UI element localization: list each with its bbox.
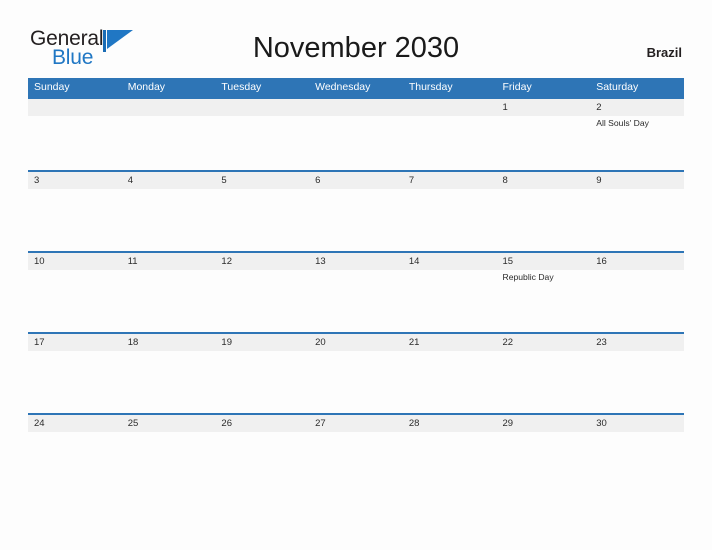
calendar-day-cell[interactable]: 24 <box>28 415 122 494</box>
calendar-day-cell[interactable]: 11 <box>122 253 216 332</box>
day-number: 17 <box>34 337 45 348</box>
day-number <box>128 99 216 116</box>
day-number: 15 <box>502 256 514 267</box>
calendar-day-cell-empty <box>309 99 403 170</box>
weekday-header-monday: Monday <box>127 81 166 93</box>
day-number: 18 <box>127 337 139 348</box>
calendar-weeks: 1 2 All Souls' Day 3 4 5 6 7 8 9 10 11 12 13 14 15 Repub… <box>28 97 684 494</box>
calendar-day-cell[interactable]: 20 <box>309 334 403 413</box>
day-number: 5 <box>221 175 227 186</box>
calendar-day-cell[interactable]: 3 <box>28 172 122 251</box>
day-number: 27 <box>315 418 326 429</box>
calendar-day-cell-empty <box>28 99 122 170</box>
page-header: General Blue November 2030 Brazil <box>0 0 712 76</box>
weekday-header-sunday: Sunday <box>34 81 70 93</box>
day-number: 30 <box>596 418 607 429</box>
calendar-day-cell[interactable]: 16 <box>590 253 684 332</box>
day-number: 1 <box>502 102 508 113</box>
calendar-day-cell[interactable]: 15 Republic Day <box>497 253 591 332</box>
calendar-day-cell[interactable]: 6 <box>309 172 403 251</box>
day-number: 12 <box>221 256 232 267</box>
calendar-day-cell[interactable]: 12 <box>215 253 309 332</box>
calendar-week-row: 24 25 26 27 28 29 30 <box>28 413 684 494</box>
calendar-day-cell[interactable]: 2 All Souls' Day <box>590 99 684 170</box>
calendar-day-cell[interactable]: 27 <box>309 415 403 494</box>
week-cells: 1 2 All Souls' Day <box>28 99 684 170</box>
country-label: Brazil <box>646 45 682 60</box>
day-number <box>409 99 497 116</box>
weekday-header-wednesday: Wednesday <box>315 81 371 93</box>
calendar-week-row: 3 4 5 6 7 8 9 <box>28 170 684 251</box>
day-number: 20 <box>315 337 326 348</box>
day-number: 9 <box>596 175 602 186</box>
calendar-day-cell[interactable]: 8 <box>497 172 591 251</box>
calendar-day-cell-empty <box>403 99 497 170</box>
calendar-week-row: 17 18 19 20 21 22 23 <box>28 332 684 413</box>
day-number: 16 <box>596 256 607 267</box>
calendar-day-cell[interactable]: 30 <box>590 415 684 494</box>
day-number: 28 <box>408 418 420 429</box>
day-number: 21 <box>408 337 420 348</box>
day-number <box>315 99 403 116</box>
calendar-week-row: 10 11 12 13 14 15 Republic Day 16 <box>28 251 684 332</box>
holiday-label: All Souls' Day <box>596 118 649 128</box>
day-number: 6 <box>315 175 321 186</box>
calendar-day-cell[interactable]: 5 <box>215 172 309 251</box>
day-number: 26 <box>221 418 232 429</box>
weekday-header-row: Sunday Monday Tuesday Wednesday Thursday Frid… <box>28 78 684 97</box>
calendar-day-cell[interactable]: 19 <box>215 334 309 413</box>
calendar-day-cell[interactable]: 29 <box>497 415 591 494</box>
calendar-week-row: 1 2 All Souls' Day <box>28 97 684 170</box>
calendar-grid: Sunday Monday Tuesday Wednesday Thursday Frid… <box>28 78 684 494</box>
calendar-day-cell[interactable]: 18 <box>122 334 216 413</box>
calendar-day-cell-empty <box>215 99 309 170</box>
calendar-day-cell[interactable]: 4 <box>122 172 216 251</box>
calendar-day-cell[interactable]: 13 <box>309 253 403 332</box>
calendar-day-cell[interactable]: 14 <box>403 253 497 332</box>
week-cells: 3 4 5 6 7 8 9 <box>28 172 684 251</box>
calendar-day-cell[interactable]: 10 <box>28 253 122 332</box>
calendar-day-cell[interactable]: 21 <box>403 334 497 413</box>
calendar-day-cell[interactable]: 28 <box>403 415 497 494</box>
day-number: 25 <box>127 418 139 429</box>
day-number: 7 <box>408 175 415 186</box>
day-number: 2 <box>596 102 602 113</box>
day-number: 24 <box>34 418 45 429</box>
week-cells: 17 18 19 20 21 22 23 <box>28 334 684 413</box>
day-number: 23 <box>596 337 607 348</box>
holiday-label: Republic Day <box>502 272 554 282</box>
calendar-day-cell[interactable]: 23 <box>590 334 684 413</box>
day-number: 10 <box>34 256 45 267</box>
day-number: 22 <box>502 337 514 348</box>
weekday-header-friday: Friday <box>502 81 532 93</box>
day-number: 19 <box>221 337 232 348</box>
calendar-page: General Blue November 2030 Brazil Sunday… <box>0 0 712 550</box>
calendar-day-cell[interactable]: 1 <box>497 99 591 170</box>
calendar-day-cell[interactable]: 22 <box>497 334 591 413</box>
page-title: November 2030 <box>252 32 460 64</box>
day-number: 29 <box>502 418 514 429</box>
calendar-day-cell[interactable]: 25 <box>122 415 216 494</box>
day-number: 13 <box>315 256 326 267</box>
calendar-day-cell[interactable]: 9 <box>590 172 684 251</box>
day-number: 11 <box>127 256 138 267</box>
calendar-day-cell[interactable]: 7 <box>403 172 497 251</box>
weekday-header-saturday: Saturday <box>596 81 639 93</box>
weekday-header-tuesday: Tuesday <box>221 81 262 93</box>
weekday-header-thursday: Thursday <box>408 81 453 93</box>
week-cells: 24 25 26 27 28 29 30 <box>28 415 684 494</box>
day-number: 3 <box>34 175 40 186</box>
calendar-day-cell[interactable]: 26 <box>215 415 309 494</box>
day-number <box>34 99 122 116</box>
week-cells: 10 11 12 13 14 15 Republic Day 16 <box>28 253 684 332</box>
day-number: 8 <box>502 175 508 186</box>
day-number <box>221 99 309 116</box>
day-number: 14 <box>408 256 420 267</box>
calendar-day-cell-empty <box>122 99 216 170</box>
day-number: 4 <box>127 175 133 186</box>
calendar-day-cell[interactable]: 17 <box>28 334 122 413</box>
